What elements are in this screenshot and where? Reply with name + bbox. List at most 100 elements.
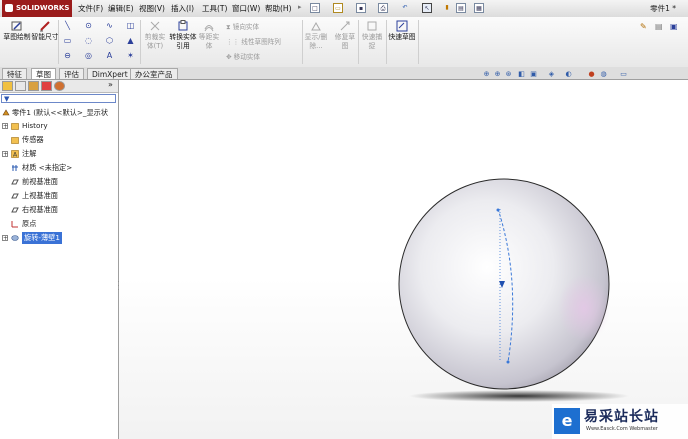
configuration-manager-tab-icon[interactable] — [28, 81, 39, 91]
menu-view[interactable]: 视图(V) — [139, 3, 165, 14]
polygon-icon[interactable]: ⬡ — [104, 36, 115, 45]
offset-entities-button[interactable]: 等距实体 — [198, 20, 220, 51]
menu-edit[interactable]: 编辑(E) — [108, 3, 134, 14]
text-icon[interactable]: A — [104, 51, 115, 60]
sketch-fillet-icon[interactable]: ◫ — [125, 21, 136, 30]
plane-icon[interactable]: ▲ — [125, 36, 136, 45]
slot-icon[interactable]: ⊖ — [62, 51, 73, 60]
tree-item-material[interactable]: 材质 <未指定> — [0, 162, 118, 174]
sketch-button[interactable]: 草图绘制 — [2, 20, 32, 42]
hide-show-items-icon[interactable]: ◐ — [564, 70, 573, 79]
new-icon[interactable]: □ — [310, 3, 320, 13]
line-icon[interactable]: ╲ — [62, 21, 73, 30]
tab-dimxpert[interactable]: DimXpert — [87, 68, 133, 79]
tree-item-origin[interactable]: 原点 — [0, 218, 118, 230]
offset-label: 等距实体 — [198, 33, 220, 50]
expand-icon[interactable]: + — [2, 235, 8, 242]
linear-pattern-button[interactable]: ⋮⋮ 线性草图阵列 — [226, 38, 281, 47]
options-icon[interactable]: ▦ — [474, 3, 484, 13]
spline-icon[interactable]: ∿ — [104, 21, 115, 30]
tree-item-label: 传感器 — [22, 135, 44, 144]
display-manager-tab-icon[interactable] — [54, 81, 65, 91]
ellipse-icon[interactable]: ◎ — [83, 51, 94, 60]
expand-panel-icon[interactable]: » — [108, 80, 113, 89]
tree-item-revolve-thin[interactable]: + 旋转-薄壁1 — [0, 232, 118, 244]
tree-item-label: 上视基准面 — [22, 191, 58, 200]
convert-entities-button[interactable]: 转换实体引用 — [168, 20, 198, 51]
menu-file[interactable]: 文件(F) — [78, 3, 103, 14]
tree-filter-input[interactable]: ▼ — [1, 94, 116, 103]
rapid-sketch-button[interactable]: 快速草图 — [388, 20, 416, 42]
undo-icon[interactable]: ↶ — [400, 3, 410, 13]
tree-item-top-plane[interactable]: 上视基准面 — [0, 190, 118, 202]
display-delete-relations-button[interactable]: 显示/删除... — [304, 20, 328, 51]
mirror-icon: ⧗ — [226, 23, 233, 31]
part-icon — [2, 109, 10, 116]
circle-icon[interactable]: ⊙ — [83, 21, 94, 30]
menu-insert[interactable]: 插入(I) — [171, 3, 194, 14]
expand-icon[interactable]: + — [2, 151, 8, 158]
section-view-icon[interactable]: ◧ — [517, 70, 526, 79]
view-orientation-icon[interactable]: ▣ — [529, 70, 538, 79]
rebuild-icon[interactable]: ▮ — [442, 3, 452, 13]
menu-tools[interactable]: 工具(T) — [202, 3, 227, 14]
zoom-area-icon[interactable]: ⊕ — [493, 70, 502, 79]
expand-icon[interactable]: + — [2, 123, 8, 130]
apply-scene-icon[interactable]: ◍ — [599, 70, 608, 79]
previous-view-icon[interactable]: ⊛ — [504, 70, 513, 79]
ribbon-separator — [140, 20, 141, 64]
tree-item-right-plane[interactable]: 右视基准面 — [0, 204, 118, 216]
solidworks-logo[interactable]: SOLIDWORKS — [2, 0, 72, 17]
tab-features[interactable]: 特征 — [2, 68, 27, 79]
property-manager-tab-icon[interactable] — [15, 81, 26, 91]
select-icon[interactable]: ↖ — [422, 3, 432, 13]
repair-sketch-button[interactable]: 修复草图 — [332, 20, 358, 51]
tree-item-sensors[interactable]: 传感器 — [0, 134, 118, 146]
tab-office-products[interactable]: 办公室产品 — [130, 68, 178, 79]
move-entities-button[interactable]: ✥ 移动实体 — [226, 53, 260, 62]
save-icon[interactable]: ▪ — [356, 3, 366, 13]
tree-item-annotations[interactable]: + A 注解 — [0, 148, 118, 160]
tree-item-history[interactable]: + History — [0, 120, 118, 132]
tree-item-label: 原点 — [22, 219, 37, 228]
dimxpert-manager-tab-icon[interactable] — [41, 81, 52, 91]
tab-sketch[interactable]: 草图 — [31, 68, 56, 79]
open-icon[interactable]: ▭ — [333, 3, 343, 13]
menu-help[interactable]: 帮助(H) — [265, 3, 292, 14]
arc-icon[interactable]: ◌ — [83, 36, 94, 45]
sketch-endpoint[interactable] — [506, 360, 510, 364]
feature-manager-tab-icon[interactable] — [2, 81, 13, 91]
trim-entities-button[interactable]: 剪裁实体(T) — [142, 20, 168, 51]
command-manager-ribbon: 草图绘制 智能尺寸 ╲ ⊙ ∿ ◫ ▭ ◌ ⬡ ▲ ⊖ ◎ A ✶ 剪裁实体(T… — [0, 17, 688, 68]
sketch-endpoint[interactable] — [496, 208, 500, 212]
folder-icon[interactable]: ▣ — [670, 22, 678, 31]
zoom-to-fit-icon[interactable]: ⊕ — [482, 70, 491, 79]
floor-shadow — [409, 390, 629, 402]
quick-snaps-button[interactable]: 快速捕捉 — [360, 20, 384, 51]
file-properties-icon[interactable]: ▤ — [456, 3, 466, 13]
smart-dimension-icon — [40, 21, 50, 32]
mirror-entities-button[interactable]: ⧗ 镜向实体 — [226, 23, 259, 32]
convert-entities-label: 转换实体引用 — [169, 33, 197, 50]
trim-icon — [150, 21, 160, 31]
display-style-icon[interactable]: ◈ — [547, 70, 556, 79]
tree-root-part[interactable]: 零件1 (默认<<默认>_显示状 — [0, 107, 118, 119]
view-settings-icon[interactable]: ▭ — [619, 70, 628, 79]
print-icon[interactable]: ⎙ — [378, 3, 388, 13]
pin-panel-icon[interactable]: ▤ — [655, 22, 663, 31]
tab-evaluate[interactable]: 评估 — [59, 68, 84, 79]
watermark-text: 易采站长站 — [584, 409, 659, 425]
point-icon[interactable]: ✶ — [125, 51, 136, 60]
quick-snap-icon — [367, 21, 377, 31]
smart-dimension-button[interactable]: 智能尺寸 — [30, 20, 60, 42]
pin-icon[interactable]: ▸ — [298, 3, 302, 11]
tools-panel-icon[interactable]: ✎ — [640, 22, 647, 31]
rectangle-icon[interactable]: ▭ — [62, 36, 73, 45]
edit-appearance-icon[interactable]: ● — [587, 70, 596, 79]
move-icon: ✥ — [226, 53, 234, 61]
plane-icon — [11, 179, 19, 185]
tree-item-front-plane[interactable]: 前视基准面 — [0, 176, 118, 188]
menu-window[interactable]: 窗口(W) — [232, 3, 260, 14]
offset-icon — [204, 25, 214, 32]
graphics-viewport[interactable]: ⊕ ⊕ ⊛ ◧ ▣ ◈ ◐ ● ◍ ▭ — [119, 70, 688, 439]
